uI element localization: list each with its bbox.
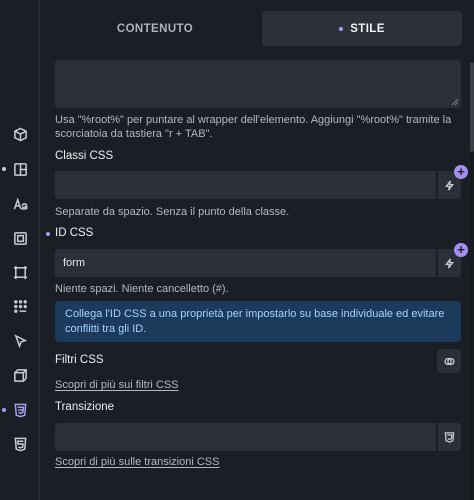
tab-style[interactable]: STILE bbox=[262, 11, 462, 46]
transition-css-button[interactable] bbox=[438, 423, 461, 451]
css-classes-input[interactable] bbox=[55, 171, 436, 199]
scrollbar[interactable] bbox=[470, 60, 474, 500]
css-id-input[interactable]: form bbox=[55, 249, 436, 277]
rail-item-cube[interactable] bbox=[0, 119, 40, 149]
css-id-info-banner: Collega l'ID CSS a una proprietà per imp… bbox=[55, 301, 461, 342]
scrollbar-thumb[interactable] bbox=[470, 62, 474, 152]
bolt-icon bbox=[445, 258, 454, 268]
panel-tabs: CONTENUTO STILE bbox=[40, 0, 470, 60]
tab-content-label: CONTENUTO bbox=[116, 22, 194, 35]
rail-item-border[interactable] bbox=[0, 257, 40, 287]
filter-circles-icon bbox=[443, 357, 455, 365]
transition-input[interactable] bbox=[55, 423, 436, 451]
rail-item-typography[interactable] bbox=[0, 189, 40, 219]
typography-icon bbox=[13, 197, 27, 210]
tab-content[interactable]: CONTENUTO bbox=[54, 11, 256, 46]
css-filters-link[interactable]: Scopri di più sui filtri CSS bbox=[55, 379, 179, 391]
transition-label: Transizione bbox=[55, 401, 115, 413]
rail-item-grid[interactable] bbox=[0, 291, 40, 321]
tab-style-label: STILE bbox=[350, 22, 385, 35]
border-icon bbox=[13, 265, 27, 279]
rail-item-layout[interactable] bbox=[0, 154, 40, 184]
layout-icon bbox=[13, 162, 27, 176]
rail-item-css[interactable] bbox=[0, 395, 40, 425]
css-filters-button[interactable] bbox=[437, 349, 461, 373]
css-id-help: Niente spazi. Niente cancelletto (#). bbox=[55, 283, 229, 295]
rail-item-cursor[interactable] bbox=[0, 326, 40, 356]
css-classes-row: + bbox=[55, 165, 468, 199]
rail-dot bbox=[2, 167, 6, 171]
resize-grip-icon[interactable] bbox=[451, 98, 459, 106]
spacing-icon bbox=[13, 231, 27, 245]
css3-icon bbox=[444, 431, 455, 443]
css-id-add-button[interactable]: + bbox=[454, 243, 468, 257]
transition-row bbox=[55, 423, 461, 451]
rail-item-html[interactable] bbox=[0, 429, 40, 459]
css-id-label-text: ID CSS bbox=[55, 227, 94, 239]
css-classes-label: Classi CSS bbox=[55, 150, 114, 162]
css-id-row: form + bbox=[55, 243, 468, 277]
css-classes-help: Separate da spazio. Senza il punto della… bbox=[55, 206, 290, 218]
custom-css-textarea[interactable] bbox=[55, 60, 461, 108]
rail-dot-active bbox=[2, 408, 6, 412]
rail-item-spacing[interactable] bbox=[0, 223, 40, 253]
transition-link[interactable]: Scopri di più sulle transizioni CSS bbox=[55, 456, 219, 468]
grid-dots-icon bbox=[13, 299, 27, 313]
css-id-label: ID CSS bbox=[46, 227, 94, 239]
sidebar-rail bbox=[0, 0, 40, 500]
bolt-icon bbox=[445, 180, 454, 190]
style-panel: Usa "%root%" per puntare al wrapper dell… bbox=[40, 60, 470, 500]
html5-icon bbox=[14, 437, 26, 451]
root-help-text: Usa "%root%" per puntare al wrapper dell… bbox=[55, 114, 452, 140]
cube-icon bbox=[13, 127, 27, 141]
tab-active-dot bbox=[339, 26, 344, 31]
rail-item-transform[interactable] bbox=[0, 360, 40, 390]
css-classes-add-button[interactable]: + bbox=[454, 165, 468, 179]
cursor-icon bbox=[13, 333, 27, 348]
transform-icon bbox=[13, 368, 27, 382]
css3-icon bbox=[14, 403, 26, 417]
css-id-set-dot bbox=[46, 232, 50, 236]
css-filters-label: Filtri CSS bbox=[55, 354, 104, 366]
